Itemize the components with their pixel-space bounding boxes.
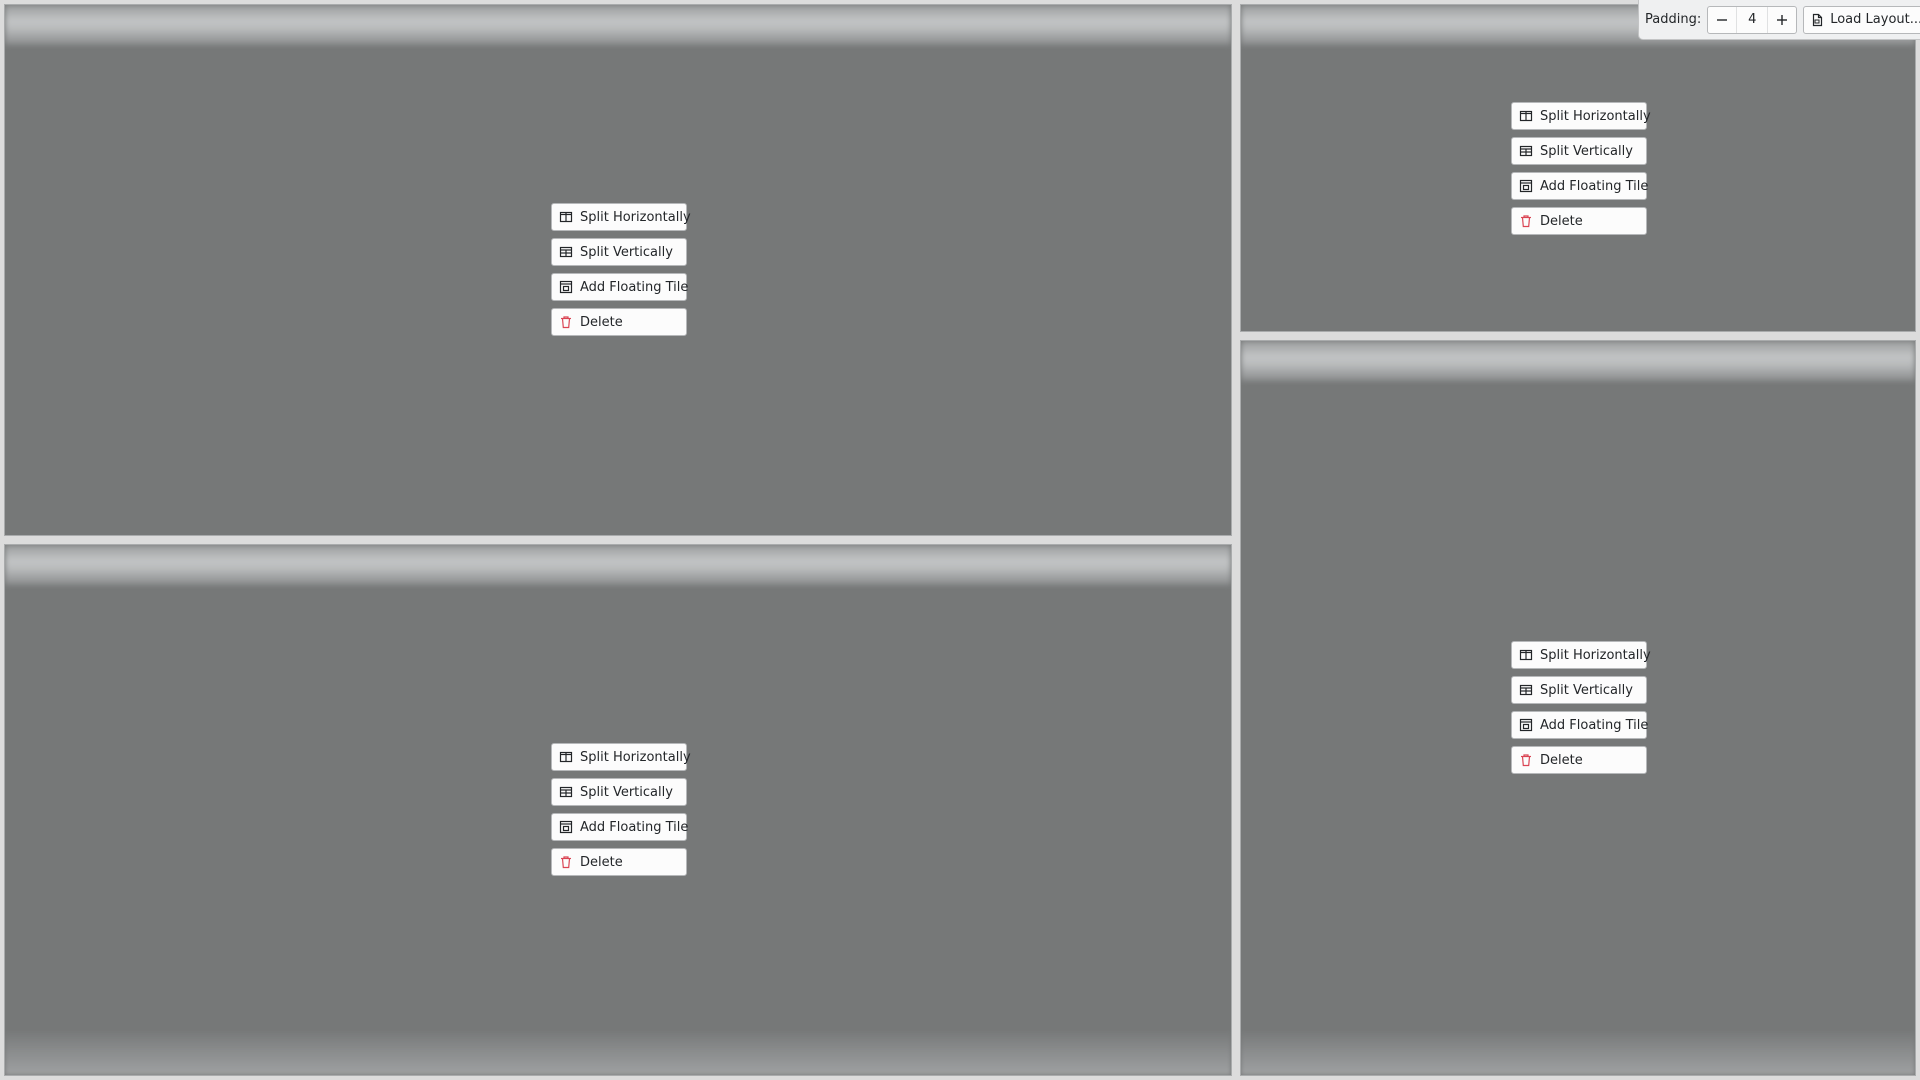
floating-tile-icon bbox=[1519, 718, 1533, 732]
delete-label: Delete bbox=[580, 314, 623, 330]
split-vertically-button[interactable]: Split Vertically bbox=[551, 238, 687, 266]
split-vertically-label: Split Vertically bbox=[1540, 143, 1633, 159]
tile-bottom-haze bbox=[1241, 1029, 1915, 1075]
tile-menu: Split Horizontally Split Vertically Add … bbox=[1511, 641, 1651, 774]
padding-decrement-button[interactable] bbox=[1708, 7, 1736, 33]
padding-value[interactable]: 4 bbox=[1736, 6, 1769, 33]
floating-tile-icon bbox=[559, 820, 573, 834]
tile-titlebar bbox=[5, 5, 1231, 45]
tile-bottom-left[interactable]: Split Horizontally Split Vertically Add … bbox=[4, 544, 1232, 1076]
add-floating-tile-label: Add Floating Tile bbox=[580, 819, 689, 835]
delete-button[interactable]: Delete bbox=[1511, 746, 1647, 774]
split-vertical-icon bbox=[1519, 145, 1533, 157]
add-floating-tile-label: Add Floating Tile bbox=[1540, 178, 1649, 194]
split-vertical-icon bbox=[1519, 684, 1533, 696]
delete-label: Delete bbox=[1540, 752, 1583, 768]
floating-tile-icon bbox=[1519, 179, 1533, 193]
split-vertically-button[interactable]: Split Vertically bbox=[551, 778, 687, 806]
tile-titlebar bbox=[1241, 341, 1915, 381]
delete-button[interactable]: Delete bbox=[551, 848, 687, 876]
trash-icon bbox=[561, 316, 571, 329]
split-horizontally-button[interactable]: Split Horizontally bbox=[551, 743, 691, 771]
split-horizontal-icon bbox=[1519, 110, 1533, 122]
split-vertically-label: Split Vertically bbox=[580, 244, 673, 260]
plus-icon bbox=[1777, 14, 1788, 25]
add-floating-tile-button[interactable]: Add Floating Tile bbox=[551, 273, 689, 301]
tile-bottom-right[interactable]: Split Horizontally Split Vertically Add … bbox=[1240, 340, 1916, 1076]
add-floating-tile-label: Add Floating Tile bbox=[580, 279, 689, 295]
split-horizontally-button[interactable]: Split Horizontally bbox=[551, 203, 691, 231]
trash-icon bbox=[1521, 754, 1531, 767]
split-horizontally-label: Split Horizontally bbox=[1540, 108, 1651, 124]
tile-menu: Split Horizontally Split Vertically Add … bbox=[1511, 102, 1651, 235]
floating-tile-icon bbox=[559, 280, 573, 294]
split-horizontal-icon bbox=[559, 211, 573, 223]
document-open-icon bbox=[1813, 13, 1823, 26]
trash-icon bbox=[1521, 215, 1531, 228]
split-vertical-icon bbox=[559, 786, 573, 798]
tile-bottom-haze bbox=[5, 1029, 1231, 1075]
minus-icon bbox=[1717, 18, 1728, 21]
split-horizontally-label: Split Horizontally bbox=[1540, 647, 1651, 663]
delete-button[interactable]: Delete bbox=[551, 308, 687, 336]
split-vertically-button[interactable]: Split Vertically bbox=[1511, 137, 1647, 165]
padding-label: Padding: bbox=[1645, 12, 1702, 27]
split-vertical-icon bbox=[559, 246, 573, 258]
tile-titlebar bbox=[5, 545, 1231, 585]
split-horizontal-icon bbox=[559, 751, 573, 763]
delete-button[interactable]: Delete bbox=[1511, 207, 1647, 235]
split-horizontally-button[interactable]: Split Horizontally bbox=[1511, 102, 1651, 130]
split-horizontal-icon bbox=[1519, 649, 1533, 661]
padding-increment-button[interactable] bbox=[1768, 7, 1796, 33]
delete-label: Delete bbox=[580, 854, 623, 870]
load-layout-button[interactable]: Load Layout... bbox=[1803, 5, 1920, 34]
split-horizontally-button[interactable]: Split Horizontally bbox=[1511, 641, 1651, 669]
split-horizontally-label: Split Horizontally bbox=[580, 209, 691, 225]
add-floating-tile-button[interactable]: Add Floating Tile bbox=[551, 813, 689, 841]
tile-top-right[interactable]: Split Horizontally Split Vertically Add … bbox=[1240, 4, 1916, 332]
split-vertically-button[interactable]: Split Vertically bbox=[1511, 676, 1647, 704]
tile-menu: Split Horizontally Split Vertically Add … bbox=[551, 743, 691, 876]
split-vertically-label: Split Vertically bbox=[580, 784, 673, 800]
tile-top-left[interactable]: Split Horizontally Split Vertically Add … bbox=[4, 4, 1232, 536]
delete-label: Delete bbox=[1540, 213, 1583, 229]
layout-toolbar: Padding: 4 Load Layout... bbox=[1638, 0, 1920, 40]
padding-spinbox[interactable]: 4 bbox=[1707, 5, 1798, 34]
add-floating-tile-label: Add Floating Tile bbox=[1540, 717, 1649, 733]
add-floating-tile-button[interactable]: Add Floating Tile bbox=[1511, 172, 1649, 200]
split-horizontally-label: Split Horizontally bbox=[580, 749, 691, 765]
add-floating-tile-button[interactable]: Add Floating Tile bbox=[1511, 711, 1649, 739]
split-vertically-label: Split Vertically bbox=[1540, 682, 1633, 698]
load-layout-label: Load Layout... bbox=[1830, 12, 1920, 27]
trash-icon bbox=[561, 856, 571, 869]
tile-menu: Split Horizontally Split Vertically Add … bbox=[551, 203, 691, 336]
